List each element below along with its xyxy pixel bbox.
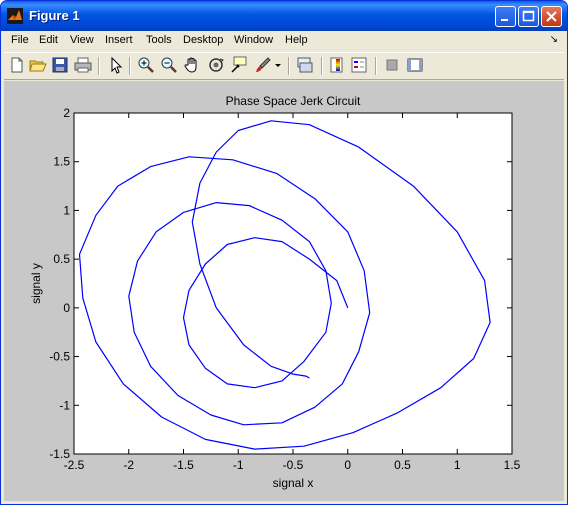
open-file-icon[interactable] bbox=[29, 56, 47, 74]
x-tick-label: 1 bbox=[454, 458, 461, 472]
y-tick-label: -1 bbox=[59, 398, 70, 412]
menu-edit[interactable]: Edit bbox=[39, 34, 58, 46]
save-icon[interactable] bbox=[51, 56, 69, 74]
arrow-pointer-icon[interactable] bbox=[107, 56, 125, 74]
chart-title: Phase Space Jerk Circuit bbox=[226, 94, 361, 108]
x-tick-label: 1.5 bbox=[504, 458, 521, 472]
y-tick-label: 2 bbox=[63, 106, 70, 120]
menu-view[interactable]: View bbox=[70, 34, 94, 46]
x-tick-label: 0 bbox=[344, 458, 351, 472]
pan-hand-icon[interactable] bbox=[183, 56, 201, 74]
new-figure-icon[interactable] bbox=[8, 56, 26, 74]
menubar-dock-arrow-icon[interactable]: ↘ bbox=[550, 34, 558, 45]
y-tick-label: 0 bbox=[63, 301, 70, 315]
close-button[interactable] bbox=[541, 6, 562, 27]
minimize-icon bbox=[501, 19, 508, 21]
menu-insert[interactable]: Insert bbox=[105, 34, 133, 46]
figure-toolbar bbox=[4, 52, 564, 80]
y-tick-label: 1 bbox=[63, 203, 70, 217]
data-cursor-icon[interactable] bbox=[230, 56, 248, 74]
chevron-down-icon[interactable] bbox=[273, 56, 283, 74]
phase-space-plot[interactable]: Phase Space Jerk Circuit signal x signal y… bbox=[4, 81, 564, 501]
y-tick-label: 0.5 bbox=[53, 252, 70, 266]
menu-desktop[interactable]: Desktop bbox=[183, 34, 223, 46]
menu-bar: File Edit View Insert Tools Desktop Wind… bbox=[4, 31, 564, 51]
zoom-out-icon[interactable] bbox=[160, 56, 178, 74]
x-tick-label: 0.5 bbox=[394, 458, 411, 472]
menu-help[interactable]: Help bbox=[285, 34, 308, 46]
x-tick-label: -1 bbox=[233, 458, 244, 472]
hide-plot-tools-icon[interactable] bbox=[383, 56, 401, 74]
rotate-3d-icon[interactable] bbox=[207, 56, 225, 74]
y-tick-label: -1.5 bbox=[49, 447, 70, 461]
menu-tools[interactable]: Tools bbox=[146, 34, 172, 46]
brush-icon[interactable] bbox=[254, 56, 272, 74]
figure-window: Figure 1 File Edit View Insert Tools Des… bbox=[0, 0, 568, 505]
close-icon bbox=[546, 11, 557, 22]
figure-canvas[interactable]: Phase Space Jerk Circuit signal x signal y… bbox=[4, 81, 564, 501]
x-axis-label: signal x bbox=[273, 476, 314, 490]
toolbar-separator bbox=[98, 57, 100, 75]
menu-file[interactable]: File bbox=[11, 34, 29, 46]
toolbar-separator bbox=[129, 57, 131, 75]
maximize-icon bbox=[522, 10, 535, 22]
y-tick-label: -0.5 bbox=[49, 350, 70, 364]
link-plot-icon[interactable] bbox=[296, 56, 314, 74]
y-axis-label: signal y bbox=[29, 263, 43, 304]
print-icon[interactable] bbox=[74, 56, 92, 74]
menu-window[interactable]: Window bbox=[234, 34, 273, 46]
window-title: Figure 1 bbox=[29, 8, 80, 23]
matlab-logo-icon bbox=[7, 8, 23, 24]
title-bar[interactable]: Figure 1 bbox=[1, 1, 567, 31]
zoom-in-icon[interactable] bbox=[137, 56, 155, 74]
toolbar-separator bbox=[321, 57, 323, 75]
legend-icon[interactable] bbox=[350, 56, 368, 74]
x-tick-label: -0.5 bbox=[283, 458, 304, 472]
y-tick-label: 1.5 bbox=[53, 155, 70, 169]
show-plot-tools-icon[interactable] bbox=[406, 56, 424, 74]
minimize-button[interactable] bbox=[495, 6, 516, 27]
toolbar-separator bbox=[375, 57, 377, 75]
x-tick-label: -2 bbox=[123, 458, 134, 472]
plot-axes-box[interactable] bbox=[73, 112, 513, 455]
colorbar-icon[interactable] bbox=[328, 56, 346, 74]
maximize-button[interactable] bbox=[518, 6, 539, 27]
x-tick-label: -1.5 bbox=[173, 458, 194, 472]
toolbar-separator bbox=[288, 57, 290, 75]
